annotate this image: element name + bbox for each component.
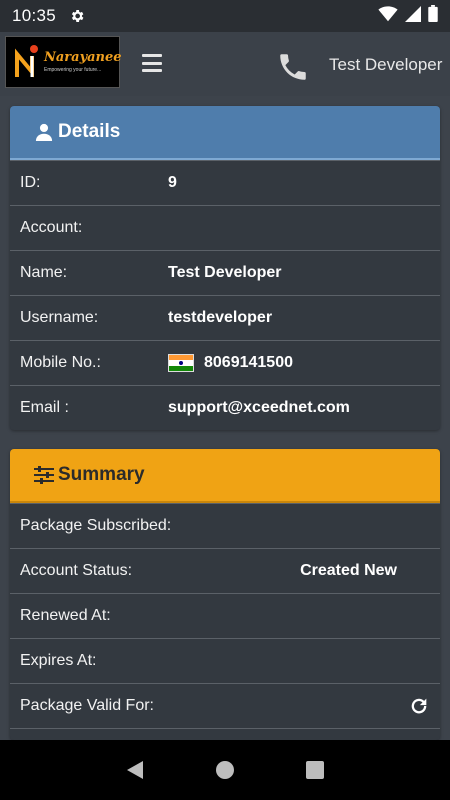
summary-header: Summary: [10, 449, 440, 503]
summary-title: Summary: [58, 464, 145, 485]
mobile-value[interactable]: 8069141500: [204, 354, 293, 372]
package-subscribed-label: Package Subscribed:: [20, 517, 172, 534]
details-row-id: ID: 9: [10, 160, 440, 205]
india-flag-icon: [168, 354, 194, 372]
account-status-value: Created New: [300, 562, 397, 579]
summary-row-valid: Package Valid For:: [10, 683, 440, 728]
phone-icon[interactable]: [276, 50, 310, 84]
account-status-label: Account Status:: [20, 562, 133, 579]
id-label: ID:: [20, 174, 41, 191]
recents-icon[interactable]: [303, 758, 327, 782]
back-icon[interactable]: [123, 758, 147, 782]
summary-row-renewed: Renewed At:: [10, 593, 440, 638]
details-title: Details: [58, 121, 121, 142]
id-value: 9: [168, 174, 177, 191]
app-logo[interactable]: Narayanee Empowering your future...: [5, 36, 122, 88]
details-row-name: Name: Test Developer: [10, 250, 440, 295]
details-row-mobile: Mobile No.: 8069141500: [10, 340, 440, 385]
name-value: Test Developer: [168, 264, 282, 281]
mobile-label: Mobile No.:: [20, 354, 101, 371]
email-value[interactable]: support@xceednet.com: [168, 399, 350, 417]
details-card: Details ID: 9 Account: Name: Test Develo…: [10, 106, 440, 430]
refresh-icon[interactable]: [408, 695, 430, 717]
sliders-icon: [34, 465, 54, 485]
mobile-value-container: 8069141500: [168, 354, 293, 372]
system-nav-bar: [0, 740, 450, 800]
summary-card: Summary Package Subscribed: Account Stat…: [10, 449, 440, 740]
status-bar: 10:35: [0, 0, 450, 32]
username-value: testdeveloper: [168, 309, 273, 326]
summary-row-expires: Expires At:: [10, 638, 440, 683]
settings-gear-icon: [68, 7, 86, 25]
wifi-icon: [378, 5, 398, 27]
summary-row-extra: [10, 728, 440, 740]
details-row-account: Account:: [10, 205, 440, 250]
home-icon[interactable]: [213, 758, 237, 782]
email-label: Email :: [20, 399, 69, 416]
details-header: Details: [10, 106, 440, 160]
renewed-at-label: Renewed At:: [20, 607, 111, 624]
username-label: Username:: [20, 309, 99, 326]
status-time: 10:35: [12, 6, 57, 25]
signal-icon: [405, 5, 421, 27]
battery-icon: [428, 5, 438, 27]
header-user-name[interactable]: Test Developer: [329, 55, 442, 75]
name-label: Name:: [20, 264, 68, 281]
expires-at-label: Expires At:: [20, 652, 97, 669]
logo-name: Narayanee: [44, 50, 122, 65]
status-icons: [378, 5, 438, 27]
user-icon: [34, 122, 54, 142]
summary-row-status: Account Status: Created New: [10, 548, 440, 593]
details-row-email: Email : support@xceednet.com: [10, 385, 440, 430]
app-header: Narayanee Empowering your future... Test…: [0, 32, 450, 96]
logo-tagline: Empowering your future...: [44, 67, 102, 73]
package-valid-label: Package Valid For:: [20, 697, 154, 714]
summary-row-package: Package Subscribed:: [10, 503, 440, 548]
account-label: Account:: [20, 219, 83, 236]
logo-mark-icon: [14, 44, 42, 80]
details-row-username: Username: testdeveloper: [10, 295, 440, 340]
hamburger-menu-icon[interactable]: [142, 54, 162, 72]
